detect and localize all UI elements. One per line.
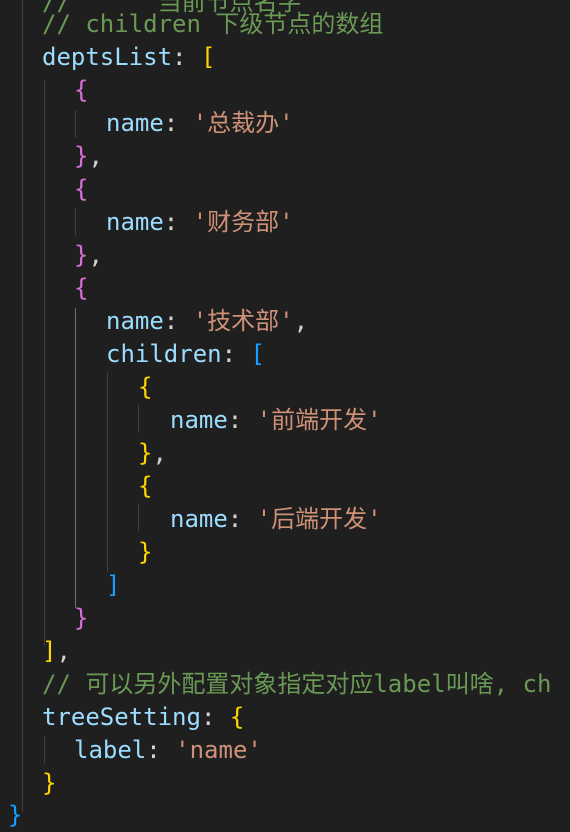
- indent-guide: [138, 405, 139, 433]
- open-bracket: [: [200, 43, 216, 71]
- string-value: '后端开发': [256, 505, 382, 533]
- comma: ,: [56, 637, 71, 665]
- colon: :: [227, 505, 257, 533]
- close-brace: }: [138, 538, 153, 566]
- code-line-close-brace: }: [42, 767, 56, 800]
- string-value: 'name': [175, 736, 262, 764]
- indent-guide: [107, 372, 108, 572]
- open-brace: {: [74, 274, 89, 302]
- close-bracket: ]: [42, 637, 57, 665]
- close-brace: }: [74, 142, 89, 170]
- property-key: name: [170, 406, 228, 434]
- comma: ,: [88, 241, 103, 269]
- code-line-close-bracket: ]: [106, 569, 120, 602]
- code-line-open-brace: {: [74, 173, 88, 206]
- string-value: '财务部': [192, 208, 294, 236]
- open-brace: {: [74, 175, 89, 203]
- code-line-close-brace: },: [74, 239, 103, 272]
- code-line-tree-setting: treeSetting: {: [42, 701, 244, 734]
- open-brace: {: [138, 472, 153, 500]
- comma: ,: [88, 142, 103, 170]
- property-key: name: [170, 505, 228, 533]
- comment: // 可以另外配置对象指定对应label叫啥, ch: [42, 670, 552, 698]
- comment: // children 下级节点的数组: [42, 10, 384, 38]
- code-line-label: label: 'name': [74, 734, 262, 767]
- indent-guide: [138, 503, 139, 531]
- code-line-comment-label: // 可以另外配置对象指定对应label叫啥, ch: [42, 668, 551, 701]
- code-line-open-brace: {: [138, 371, 152, 404]
- open-brace: {: [74, 76, 89, 104]
- indent-guide: [44, 80, 45, 646]
- code-line-name: name: '财务部': [106, 206, 294, 239]
- code-line-children: children: [: [106, 338, 265, 371]
- indent-guide: [22, 0, 23, 812]
- colon: :: [163, 208, 193, 236]
- property-key: children: [106, 340, 222, 368]
- property-key: label: [74, 736, 147, 764]
- code-line-close-brace: }: [138, 536, 152, 569]
- code-editor[interactable]: // 当前节点名字 // children 下级节点的数组 deptsList:…: [0, 0, 570, 829]
- code-line-open-brace: {: [74, 74, 88, 107]
- colon: :: [163, 109, 193, 137]
- property-key: name: [106, 307, 164, 335]
- colon: :: [146, 736, 176, 764]
- indent-guide: [75, 208, 76, 236]
- open-bracket: [: [250, 340, 265, 368]
- property-key: deptsList: [42, 43, 173, 71]
- close-brace: }: [138, 439, 153, 467]
- code-line-name: name: '技术部',: [106, 305, 308, 338]
- close-brace: }: [8, 801, 23, 829]
- code-line-open-brace: {: [138, 470, 152, 503]
- code-line-close-brace: },: [138, 437, 167, 470]
- code-line-close-bracket: ],: [42, 635, 71, 668]
- indent-guide-active: [75, 308, 76, 608]
- indent-guide: [44, 736, 45, 764]
- open-brace: {: [138, 373, 153, 401]
- close-bracket: ]: [106, 571, 121, 599]
- code-line-name: name: '总裁办': [106, 107, 294, 140]
- property-key: name: [106, 109, 164, 137]
- property-key: name: [106, 208, 164, 236]
- code-line-depts-list: deptsList: [: [42, 41, 215, 74]
- colon: :: [221, 340, 251, 368]
- close-brace: }: [42, 769, 57, 797]
- code-line-close-brace: }: [74, 602, 88, 635]
- code-line-name: name: '后端开发': [170, 503, 382, 536]
- close-brace: }: [74, 241, 89, 269]
- code-line-name: name: '前端开发': [170, 404, 382, 437]
- string-value: '前端开发': [256, 406, 382, 434]
- string-value: '技术部': [192, 307, 294, 335]
- colon: :: [163, 307, 193, 335]
- code-line-comment-children: // children 下级节点的数组: [42, 8, 383, 41]
- property-key: treeSetting: [42, 703, 201, 731]
- colon: :: [172, 43, 201, 71]
- code-line-partial-close: }: [8, 799, 22, 832]
- comma: ,: [152, 439, 167, 467]
- comma: ,: [293, 307, 309, 335]
- open-brace: {: [229, 703, 245, 731]
- close-brace: }: [74, 604, 89, 632]
- colon: :: [200, 703, 230, 731]
- colon: :: [227, 406, 257, 434]
- indent-guide: [75, 110, 76, 138]
- string-value: '总裁办': [192, 109, 294, 137]
- code-line-open-brace: {: [74, 272, 88, 305]
- code-line-close-brace: },: [74, 140, 103, 173]
